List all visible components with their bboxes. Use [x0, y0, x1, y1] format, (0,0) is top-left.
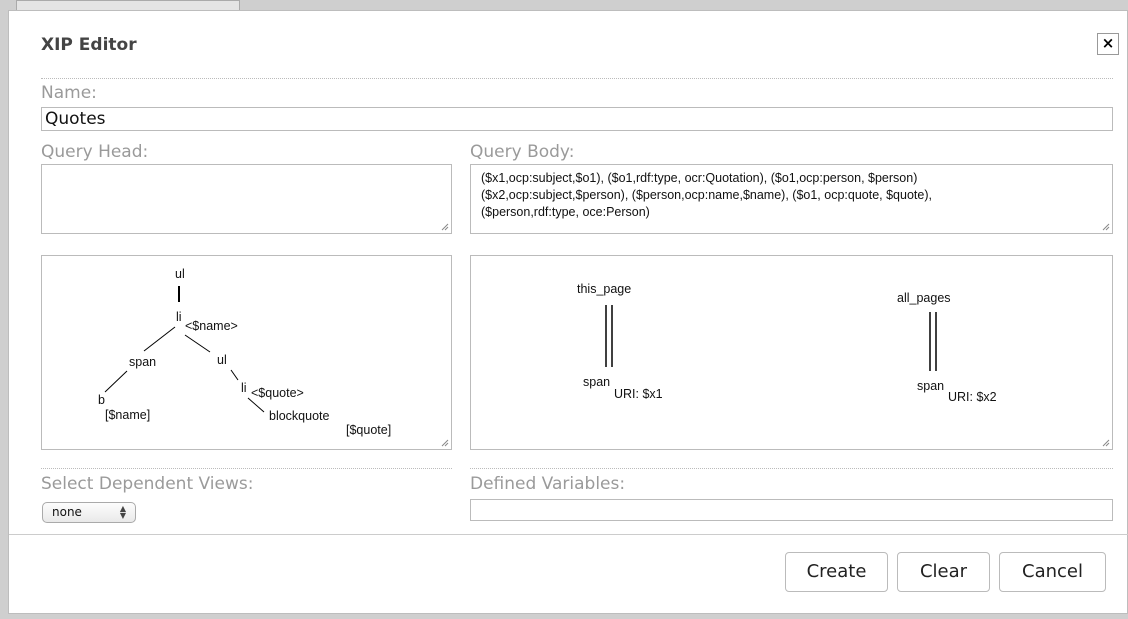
tree-edge — [104, 370, 128, 393]
create-button[interactable]: Create — [785, 552, 888, 592]
tree-edge — [143, 326, 176, 352]
clear-button[interactable]: Clear — [897, 552, 990, 592]
resize-grip-icon[interactable] — [441, 223, 449, 231]
xip-editor-dialog: XIP Editor × Name: Quotes Query Head: Qu… — [8, 10, 1128, 614]
page-tree-diagram: this_page span URI: $x1 all_pages span U… — [577, 282, 997, 404]
tree-node-span: span — [129, 355, 156, 369]
tree-node-li-child-var: <$quote> — [251, 386, 304, 400]
tree-edge — [230, 369, 239, 381]
cancel-button[interactable]: Cancel — [999, 552, 1106, 592]
query-head-label: Query Head: — [41, 142, 149, 162]
tree-node-uri-x1: URI: $x1 — [614, 387, 663, 401]
tree-node-li-top: li — [176, 310, 182, 324]
page-tree-panel[interactable]: this_page span URI: $x1 all_pages span U… — [470, 255, 1113, 450]
tree-node-li-top-var: <$name> — [185, 319, 238, 333]
tree-node-li-child: li — [241, 381, 247, 395]
tree-node-span-left: span — [583, 375, 610, 389]
close-icon[interactable]: × — [1097, 33, 1119, 55]
tree-node-all-pages: all_pages — [897, 291, 951, 305]
defined-variables-field[interactable] — [470, 499, 1113, 521]
html-tree-panel[interactable]: ul li <$name> span ul b [$name] li <$quo… — [41, 255, 452, 450]
tree-node-uri-x2: URI: $x2 — [948, 390, 997, 404]
query-head-textarea[interactable] — [41, 164, 452, 234]
section-divider-right — [470, 468, 1113, 469]
defined-variables-label: Defined Variables: — [470, 474, 626, 494]
tree-node-ul-root: ul — [175, 267, 185, 281]
tree-node-b-var: [$name] — [105, 408, 150, 422]
chevron-updown-icon: ▲ ▼ — [119, 504, 126, 520]
tree-node-span-right: span — [917, 379, 944, 393]
tree-edge — [247, 397, 265, 413]
query-body-line: ($x2,ocp:subject,$person), ($person,ocp:… — [481, 188, 932, 202]
name-input[interactable]: Quotes — [41, 107, 1113, 131]
tree-node-b: b — [98, 393, 105, 407]
title-divider — [41, 78, 1113, 79]
tree-node-blockquote: blockquote — [269, 409, 330, 423]
tree-edge — [184, 334, 211, 353]
query-body-textarea[interactable]: ($x1,ocp:subject,$o1), ($o1,rdf:type, oc… — [470, 164, 1113, 234]
query-body-label: Query Body: — [470, 142, 575, 162]
resize-grip-icon[interactable] — [1102, 439, 1110, 447]
resize-grip-icon[interactable] — [1102, 223, 1110, 231]
section-divider-left — [41, 468, 452, 469]
tree-node-this-page: this_page — [577, 282, 631, 296]
html-tree-diagram: ul li <$name> span ul b [$name] li <$quo… — [98, 267, 391, 437]
tree-node-blockquote-var: [$quote] — [346, 423, 391, 437]
dependent-views-select[interactable]: none ▲ ▼ — [42, 502, 136, 523]
dialog-title: XIP Editor — [41, 35, 137, 55]
query-body-line: ($person,rdf:type, oce:Person) — [481, 205, 650, 219]
resize-grip-icon[interactable] — [441, 439, 449, 447]
name-label: Name: — [41, 83, 97, 103]
tree-node-ul-child: ul — [217, 353, 227, 367]
dependent-views-selected: none — [52, 505, 82, 519]
dependent-views-label: Select Dependent Views: — [41, 474, 254, 494]
query-body-line: ($x1,ocp:subject,$o1), ($o1,rdf:type, oc… — [481, 171, 918, 185]
footer-divider — [9, 534, 1128, 535]
